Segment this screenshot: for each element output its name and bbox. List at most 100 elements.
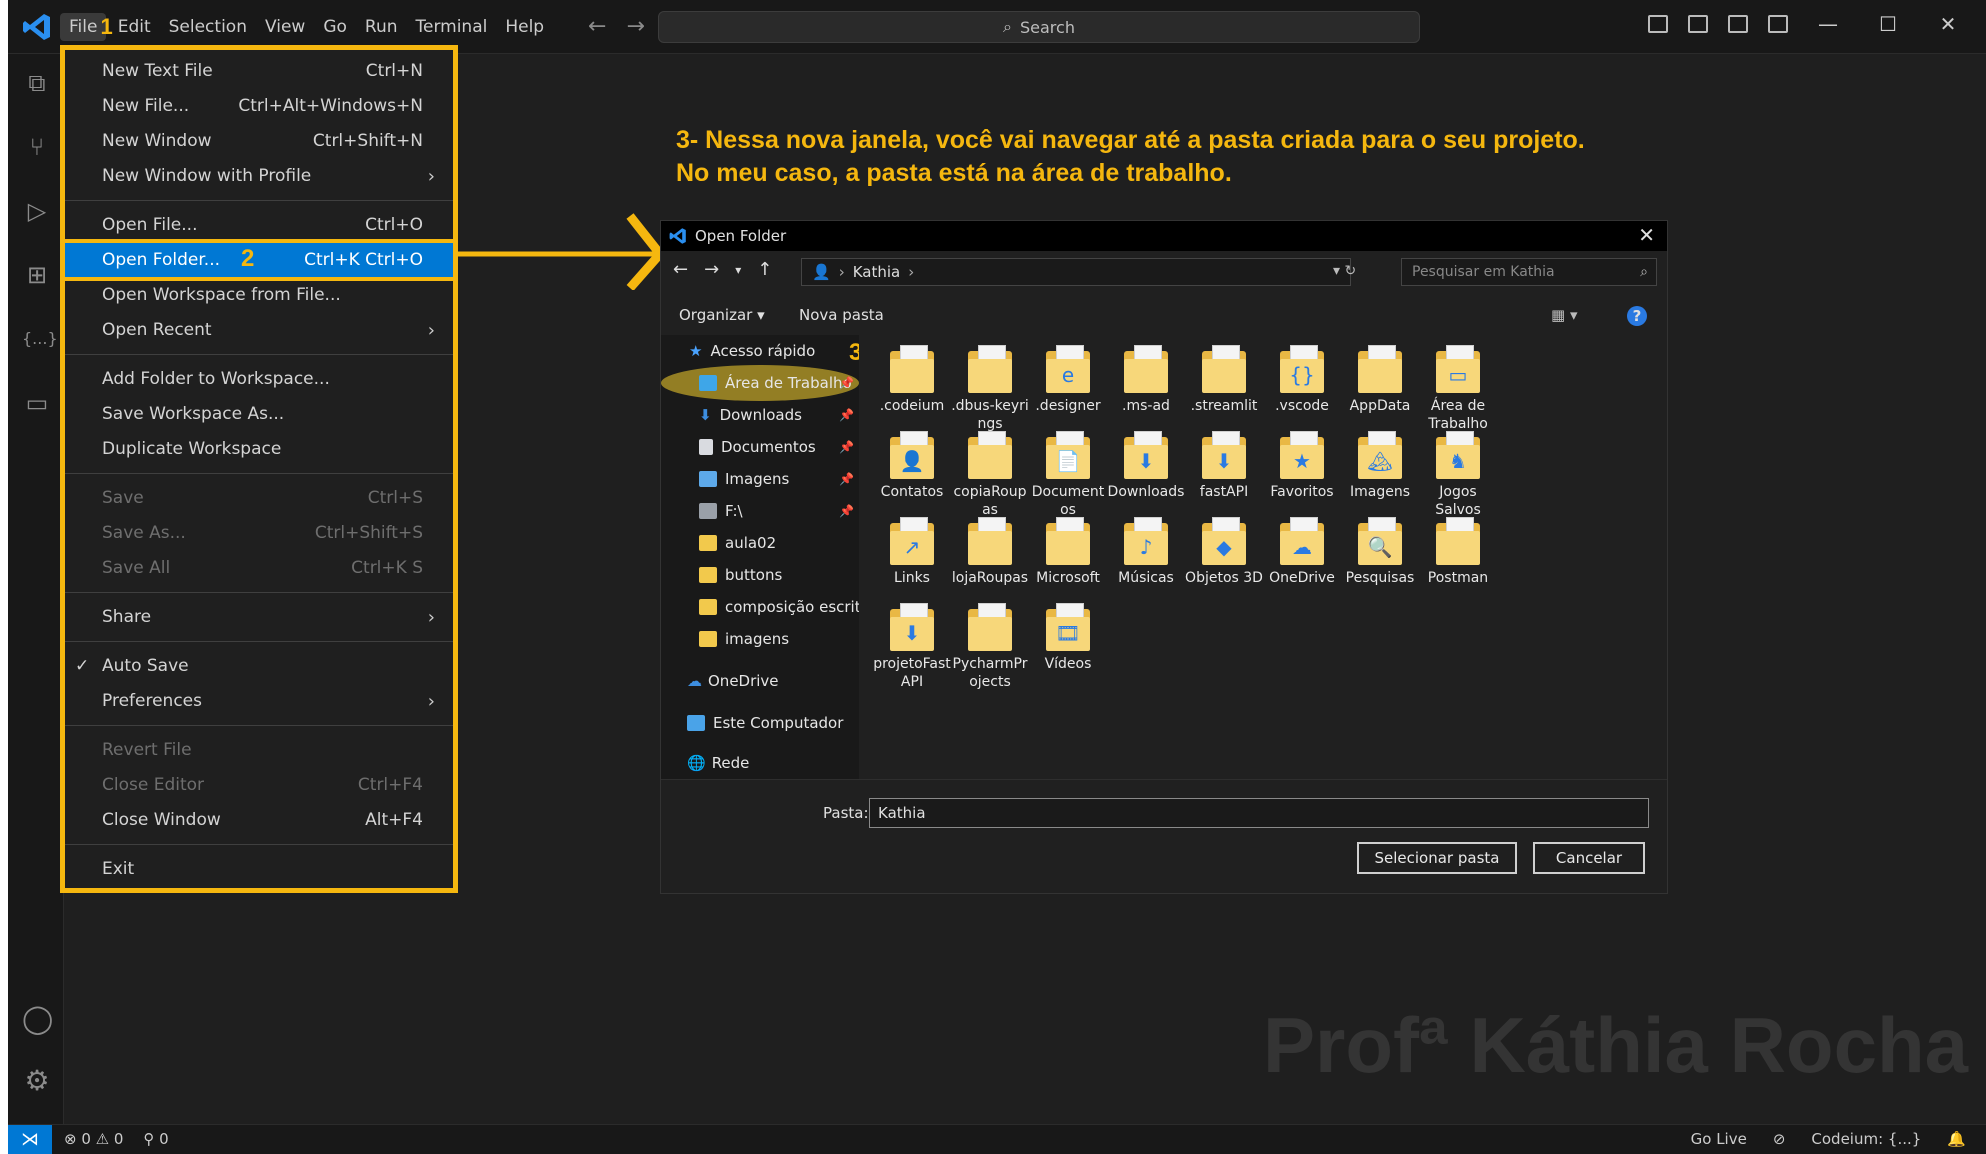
view-options-icon[interactable]: ▦ ▾ xyxy=(1551,306,1577,324)
folder-item[interactable]: e .designer xyxy=(1023,345,1113,415)
remote-explorer-icon[interactable]: ▭ xyxy=(22,388,52,418)
menu-item-open-file[interactable]: Open File... Ctrl+O xyxy=(65,208,453,242)
menu-item-duplicate-workspace[interactable]: Duplicate Workspace xyxy=(65,432,453,466)
menu-view[interactable]: View xyxy=(256,13,314,41)
address-dropdown-icon[interactable]: ▾ ↻ xyxy=(1333,263,1356,279)
folder-item[interactable]: lojaRoupas xyxy=(945,517,1035,587)
menu-item-save-workspace-as[interactable]: Save Workspace As... xyxy=(65,397,453,431)
folder-item[interactable]: Microsoft xyxy=(1023,517,1113,587)
menu-item-add-folder[interactable]: Add Folder to Workspace... xyxy=(65,362,453,396)
remote-indicator-icon[interactable]: ⋊ xyxy=(8,1125,52,1154)
maximize-icon[interactable]: ☐ xyxy=(1868,12,1908,36)
folder-item[interactable]: ▭ Área de Trabalho xyxy=(1413,345,1503,433)
folder-item[interactable]: PycharmPr ojects xyxy=(945,603,1035,691)
folder-item[interactable]: copiaRoup as xyxy=(945,431,1035,519)
go-live-button[interactable]: Go Live xyxy=(1691,1130,1747,1148)
folder-item[interactable]: 🔍 Pesquisas xyxy=(1335,517,1425,587)
back-arrow-icon[interactable]: ← xyxy=(673,259,688,280)
folder-item[interactable]: ◆ Objetos 3D xyxy=(1179,517,1269,587)
nav-aula02[interactable]: aula02 xyxy=(699,529,776,557)
forward-arrow-icon[interactable]: → xyxy=(704,259,719,280)
accounts-icon[interactable]: ◯ xyxy=(22,1004,53,1034)
menu-selection[interactable]: Selection xyxy=(160,13,256,41)
minimize-icon[interactable]: — xyxy=(1808,12,1848,36)
nav-downloads[interactable]: ⬇ Downloads 📌 xyxy=(699,401,854,429)
problems-indicator[interactable]: ⊗ 0 ⚠ 0 xyxy=(64,1130,123,1148)
folder-item[interactable]: {} .vscode xyxy=(1257,345,1347,415)
folder-item[interactable]: Postman xyxy=(1413,517,1503,587)
menu-item-exit[interactable]: Exit xyxy=(65,852,453,886)
nav-composicao[interactable]: composição escritó xyxy=(699,593,870,621)
run-debug-icon[interactable]: ▷ xyxy=(22,196,52,226)
menu-run[interactable]: Run xyxy=(356,13,407,41)
folder-item[interactable]: .dbus-keyri ngs xyxy=(945,345,1035,433)
folder-item[interactable]: .ms-ad xyxy=(1101,345,1191,415)
folder-item[interactable]: 🎞 Vídeos xyxy=(1023,603,1113,673)
codeium-status[interactable]: Codeium: {...} xyxy=(1811,1130,1921,1148)
breadcrumb[interactable]: Kathia xyxy=(853,263,901,281)
customize-layout-icon[interactable] xyxy=(1768,15,1788,33)
folder-item[interactable]: ☁ OneDrive xyxy=(1257,517,1347,587)
menu-item-new-text-file[interactable]: New Text File Ctrl+N xyxy=(65,54,453,88)
menu-item-new-file[interactable]: New File... Ctrl+Alt+Windows+N xyxy=(65,89,453,123)
folder-name-input[interactable]: Kathia xyxy=(869,798,1649,828)
menu-item-new-window[interactable]: New Window Ctrl+Shift+N xyxy=(65,124,453,158)
nav-buttons[interactable]: buttons xyxy=(699,561,782,589)
nav-onedrive[interactable]: ☁ OneDrive xyxy=(687,667,779,695)
nav-imagens[interactable]: imagens xyxy=(699,625,789,653)
folder-item[interactable]: ⬇ fastAPI xyxy=(1179,431,1269,501)
nav-quick-access[interactable]: ★ Acesso rápido xyxy=(689,337,815,365)
menu-item-new-window-profile[interactable]: New Window with Profile › xyxy=(65,159,453,193)
ports-indicator[interactable]: ⚲ 0 xyxy=(143,1130,168,1148)
menu-item-close-window[interactable]: Close Window Alt+F4 xyxy=(65,803,453,837)
menu-go[interactable]: Go xyxy=(314,13,356,41)
toggle-panel-icon[interactable] xyxy=(1688,15,1708,33)
folder-item[interactable]: ⬇ Downloads xyxy=(1101,431,1191,501)
folder-item[interactable]: ⬇ projetoFast API xyxy=(867,603,957,691)
folder-item[interactable]: ♞ Jogos Salvos xyxy=(1413,431,1503,519)
folder-item[interactable]: ↗ Links xyxy=(867,517,957,587)
nav-this-pc[interactable]: Este Computador xyxy=(687,709,843,737)
folder-item[interactable]: 📄 Document os xyxy=(1023,431,1113,519)
menu-item-open-workspace[interactable]: Open Workspace from File... xyxy=(65,278,453,312)
menu-item-preferences[interactable]: Preferences › xyxy=(65,684,453,718)
nav-pictures[interactable]: Imagens 📌 xyxy=(699,465,854,493)
explorer-icon[interactable]: ⧉ xyxy=(22,68,52,98)
close-icon[interactable]: ✕ xyxy=(1928,12,1968,36)
nav-network[interactable]: 🌐 Rede xyxy=(687,749,749,777)
source-control-icon[interactable]: ⑂ xyxy=(22,132,52,162)
folder-item[interactable]: .codeium xyxy=(867,345,957,415)
forward-arrow-icon[interactable]: → xyxy=(626,14,644,39)
menu-terminal[interactable]: Terminal xyxy=(407,13,497,41)
dialog-close-icon[interactable]: ✕ xyxy=(1638,223,1655,247)
menu-item-save[interactable]: Save Ctrl+S xyxy=(65,481,453,515)
folder-item[interactable]: AppData xyxy=(1335,345,1425,415)
menu-item-save-all[interactable]: Save All Ctrl+K S xyxy=(65,551,453,585)
bell-icon[interactable]: 🔔 xyxy=(1947,1130,1966,1148)
toggle-primary-sidebar-icon[interactable] xyxy=(1648,15,1668,33)
cancel-button[interactable]: Cancelar xyxy=(1533,842,1645,874)
dialog-search-input[interactable]: Pesquisar em Kathia ⌕ xyxy=(1401,258,1657,286)
menu-item-share[interactable]: Share › xyxy=(65,600,453,634)
menu-item-save-as[interactable]: Save As... Ctrl+Shift+S xyxy=(65,516,453,550)
up-arrow-icon[interactable]: ↑ xyxy=(757,259,772,280)
gear-icon[interactable]: ⚙ xyxy=(22,1066,52,1096)
select-folder-button[interactable]: Selecionar pasta xyxy=(1357,842,1517,874)
nav-desktop[interactable]: Área de Trabalho 📌 xyxy=(699,369,854,397)
folder-item[interactable]: 🏔 Imagens xyxy=(1335,431,1425,501)
command-center-search[interactable]: ⌕ Search xyxy=(658,11,1420,43)
extensions-icon[interactable]: ⊞ xyxy=(22,260,52,290)
menu-help[interactable]: Help xyxy=(496,13,553,41)
nav-drive-f[interactable]: F:\ 📌 xyxy=(699,497,854,525)
menu-edit[interactable]: Edit xyxy=(109,13,160,41)
toggle-secondary-sidebar-icon[interactable] xyxy=(1728,15,1748,33)
folder-item[interactable]: .streamlit xyxy=(1179,345,1269,415)
menu-item-open-folder[interactable]: Open Folder... 2 Ctrl+K Ctrl+O xyxy=(61,239,457,281)
json-outline-icon[interactable]: {...} xyxy=(22,324,58,354)
folder-item[interactable]: ★ Favoritos xyxy=(1257,431,1347,501)
menu-item-close-editor[interactable]: Close Editor Ctrl+F4 xyxy=(65,768,453,802)
back-arrow-icon[interactable]: ← xyxy=(588,14,606,39)
menu-item-auto-save[interactable]: ✓ Auto Save xyxy=(65,649,453,683)
menu-item-revert-file[interactable]: Revert File xyxy=(65,733,453,767)
nav-documents[interactable]: Documentos 📌 xyxy=(699,433,854,461)
